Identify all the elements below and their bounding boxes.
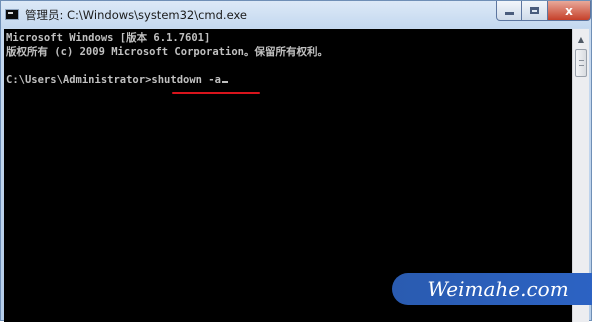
maximize-icon xyxy=(530,7,539,14)
red-underline-annotation xyxy=(172,92,260,94)
watermark-logo: Weimahe.com xyxy=(392,273,592,305)
close-icon: x xyxy=(565,3,573,18)
console-line-copyright: 版权所有 (c) 2009 Microsoft Corporation。保留所有… xyxy=(6,46,328,58)
command-prompt-line[interactable]: C:\Users\Administrator>shutdown -a xyxy=(6,73,228,87)
close-button[interactable]: x xyxy=(548,1,591,21)
grip-icon xyxy=(579,60,584,66)
minimize-button[interactable] xyxy=(496,1,522,21)
watermark-text: Weimahe.com xyxy=(427,277,569,301)
cmd-icon[interactable] xyxy=(5,9,19,20)
scroll-up-button[interactable]: ▲ xyxy=(573,31,589,47)
minimize-icon xyxy=(504,12,514,15)
prompt-path: C:\Users\Administrator> xyxy=(6,74,152,86)
window-title: 管理员: C:\Windows\system32\cmd.exe xyxy=(25,8,247,22)
console-line-version: Microsoft Windows [版本 6.1.7601] xyxy=(6,32,211,44)
arrow-up-icon: ▲ xyxy=(577,34,585,44)
scroll-thumb[interactable] xyxy=(575,49,587,77)
typed-command[interactable]: shutdown -a xyxy=(151,74,221,86)
maximize-button[interactable] xyxy=(522,1,548,21)
text-cursor xyxy=(221,81,228,83)
title-bar[interactable]: 管理员: C:\Windows\system32\cmd.exe x xyxy=(1,1,591,28)
